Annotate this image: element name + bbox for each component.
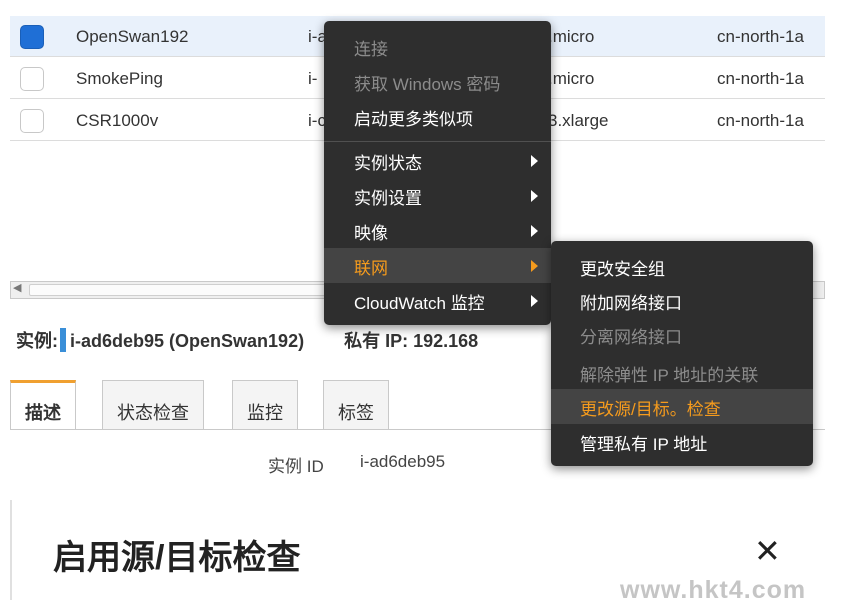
instance-name: SmokePing <box>76 69 163 88</box>
row-checkbox[interactable] <box>20 67 44 91</box>
menu-item-change-source-dest-check[interactable]: 更改源/目标。检查 <box>551 389 813 424</box>
menu-item-label: 映像 <box>354 224 388 243</box>
close-icon[interactable]: ✕ <box>754 532 781 570</box>
tab-status-checks[interactable]: 状态检查 <box>102 380 204 430</box>
menu-item-launch-more-like-this[interactable]: 启动更多类似项 <box>324 99 551 134</box>
instance-type: .micro <box>548 27 595 46</box>
submenu-arrow-icon <box>531 295 538 307</box>
menu-item-instance-settings[interactable]: 实例设置 <box>324 178 551 213</box>
instance-label: 实例: <box>16 331 58 351</box>
menu-item-label: 实例设置 <box>354 189 422 208</box>
instance-type: 3.xlarge <box>548 111 609 130</box>
menu-separator <box>324 141 551 142</box>
menu-item-disassociate-elastic-ip[interactable]: 解除弹性 IP 地址的关联 <box>551 355 813 390</box>
availability-zone: cn-north-1a <box>717 69 804 88</box>
instance-id: i- <box>308 69 318 88</box>
availability-zone: cn-north-1a <box>717 111 804 130</box>
submenu-arrow-icon <box>531 190 538 202</box>
menu-item-change-security-groups[interactable]: 更改安全组 <box>551 249 813 284</box>
tab-monitoring[interactable]: 监控 <box>232 380 298 430</box>
menu-item-get-windows-password[interactable]: 获取 Windows 密码 <box>324 64 551 99</box>
modal-border <box>10 500 12 600</box>
private-ip-label: 私有 IP: 192.168 <box>344 331 479 351</box>
submenu-arrow-icon <box>531 225 538 237</box>
menu-item-label: 实例状态 <box>354 154 422 173</box>
row-checkbox[interactable] <box>20 109 44 133</box>
instance-id-value: i-ad6deb95 <box>360 452 446 471</box>
tab-tags[interactable]: 标签 <box>323 380 389 430</box>
instance-name: CSR1000v <box>76 111 159 130</box>
selection-marker <box>60 328 66 352</box>
instance-id-label: 实例 ID <box>268 457 324 476</box>
menu-item-attach-network-interface[interactable]: 附加网络接口 <box>551 283 813 318</box>
instance-type: .micro <box>548 69 595 88</box>
scroll-left-icon[interactable]: ◀ <box>13 281 21 294</box>
modal-title: 启用源/目标检查 <box>53 539 301 577</box>
menu-item-networking[interactable]: 联网 <box>324 248 551 283</box>
availability-zone: cn-north-1a <box>717 27 804 46</box>
selected-instance-bar: 实例: i-ad6deb95 (OpenSwan192) 私有 IP: 192.16… <box>16 327 478 353</box>
instance-value: i-ad6deb95 (OpenSwan192) <box>70 331 305 351</box>
context-menu: 连接 获取 Windows 密码 启动更多类似项 实例状态 实例设置 映像 联网… <box>324 21 551 325</box>
instance-name: OpenSwan192 <box>76 27 189 46</box>
menu-item-label: CloudWatch 监控 <box>354 294 485 313</box>
menu-item-cloudwatch[interactable]: CloudWatch 监控 <box>324 283 551 318</box>
menu-item-instance-state[interactable]: 实例状态 <box>324 143 551 178</box>
submenu-arrow-icon <box>531 155 538 167</box>
submenu-arrow-icon <box>531 260 538 272</box>
watermark: www.hkt4.com <box>620 576 807 604</box>
menu-item-connect[interactable]: 连接 <box>324 29 551 64</box>
row-checkbox[interactable] <box>20 25 44 49</box>
tab-description[interactable]: 描述 <box>10 380 76 430</box>
menu-item-manage-private-ip[interactable]: 管理私有 IP 地址 <box>551 424 813 459</box>
menu-item-image[interactable]: 映像 <box>324 213 551 248</box>
menu-item-label: 联网 <box>354 259 388 278</box>
networking-submenu: 更改安全组 附加网络接口 分离网络接口 解除弹性 IP 地址的关联 更改源/目标… <box>551 241 813 466</box>
menu-item-detach-network-interface[interactable]: 分离网络接口 <box>551 317 813 352</box>
